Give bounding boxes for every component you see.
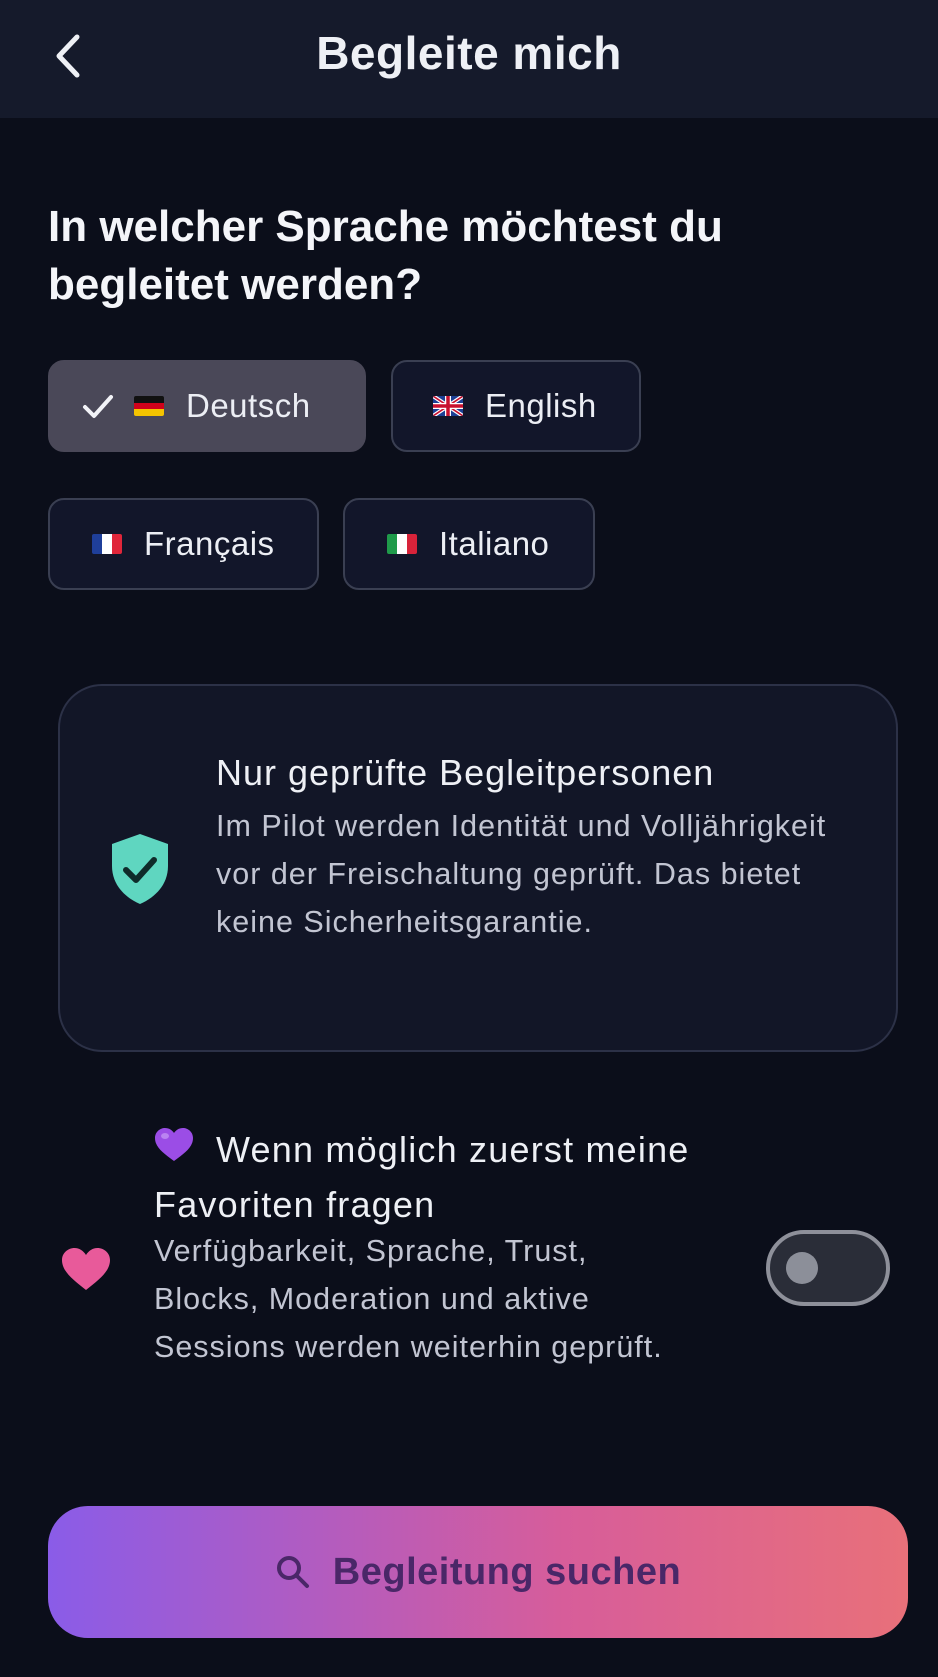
search-button-label: Begleitung suchen	[332, 1550, 682, 1593]
flag-uk-icon	[433, 396, 463, 416]
header-bar: Begleite mich	[0, 0, 938, 118]
flag-italy-icon	[387, 534, 417, 554]
page-title: Begleite mich	[316, 27, 622, 79]
favorites-description: Verfügbarkeit, Sprache, Trust, Blocks, M…	[154, 1234, 663, 1364]
language-label: Deutsch	[186, 387, 311, 424]
language-chip-francais[interactable]: Français	[48, 498, 319, 590]
favorites-title: Wenn möglich zuerst meine Favoriten frag…	[154, 1129, 690, 1225]
page: Begleite mich In welcher Sprache möchtes…	[0, 0, 938, 1677]
search-icon	[276, 1556, 309, 1588]
heart-icon	[62, 1248, 110, 1290]
language-question: In welcher Sprache möchtest du begleitet…	[48, 202, 723, 309]
card-description: Im Pilot werden Identität und Volljährig…	[216, 809, 827, 939]
language-chip-english[interactable]: English	[391, 360, 641, 452]
search-companion-button[interactable]: Begleitung suchen	[48, 1506, 908, 1638]
favorites-toggle[interactable]	[766, 1230, 890, 1306]
flag-france-icon	[92, 534, 122, 554]
toggle-knob	[786, 1252, 818, 1284]
language-chip-deutsch[interactable]: Deutsch	[48, 360, 366, 452]
shield-check-icon	[112, 834, 168, 904]
language-chip-italiano[interactable]: Italiano	[343, 498, 595, 590]
language-label: Français	[144, 525, 275, 562]
card-title: Nur geprüfte Begleitpersonen	[216, 752, 715, 793]
flag-germany-icon	[134, 396, 164, 416]
checkmark-icon	[83, 395, 113, 418]
language-label: Italiano	[439, 525, 550, 562]
language-label: English	[485, 387, 597, 424]
